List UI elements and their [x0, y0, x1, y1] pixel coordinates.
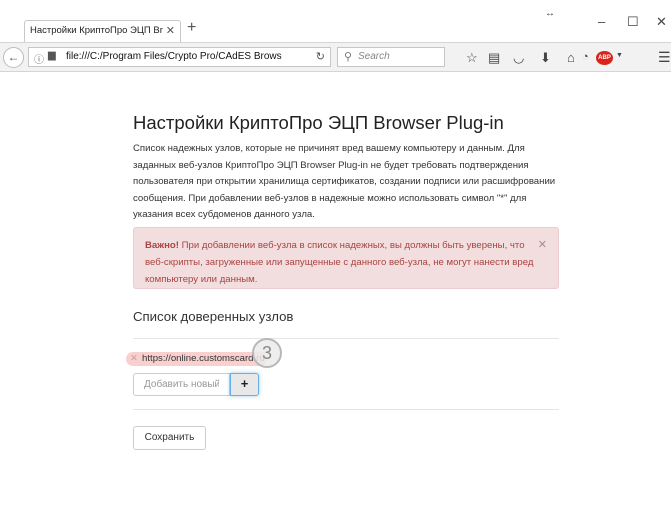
step-number-badge: 3 — [252, 338, 282, 368]
url-text[interactable]: file:///C:/Program Files/Crypto Pro/CAdE… — [66, 51, 306, 62]
maximize-icon[interactable]: ☐ — [627, 14, 639, 30]
star-icon[interactable]: ☆ — [466, 50, 478, 66]
browser-tab[interactable]: Настройки КриптоПро ЭЦП Br ✕ — [24, 20, 181, 42]
settings-page: Настройки КриптоПро ЭЦП Browser Plug-in … — [126, 112, 559, 450]
reading-list-icon[interactable]: ▤ — [488, 50, 500, 66]
download-icon[interactable]: ⬇ — [540, 50, 551, 66]
page-title: Настройки КриптоПро ЭЦП Browser Plug-in — [133, 112, 504, 133]
divider — [133, 409, 559, 410]
page-icon: ▆ — [48, 50, 56, 61]
search-placeholder: Search — [358, 51, 390, 62]
tab-title: Настройки КриптоПро ЭЦП Br — [30, 25, 163, 36]
info-icon[interactable]: ⓘ — [34, 51, 44, 66]
tab-close-icon[interactable]: ✕ — [166, 24, 175, 37]
pocket-icon[interactable]: ◡ — [513, 50, 524, 66]
divider — [133, 338, 559, 339]
window-titlebar: Настройки КриптоПро ЭЦП Br ✕ + ↔ – ☐ ✕ — [0, 0, 671, 42]
new-tab-icon[interactable]: + — [187, 19, 196, 37]
remove-host-icon[interactable]: ✕ — [130, 353, 138, 364]
warning-alert: Важно! При добавлении веб-узла в список … — [133, 227, 559, 289]
navigation-bar: ← ⓘ ▆ file:///C:/Program Files/Crypto Pr… — [0, 42, 671, 72]
menu-icon[interactable]: ☰ — [658, 49, 671, 66]
search-icon: ⚲ — [344, 51, 353, 63]
alert-text: При добавлении веб-узла в список надежны… — [145, 240, 534, 285]
add-host-button[interactable]: + — [230, 373, 259, 396]
home-icon[interactable]: ⌂ — [567, 50, 575, 65]
url-bar[interactable]: ⓘ ▆ file:///C:/Program Files/Crypto Pro/… — [28, 47, 331, 67]
search-box[interactable]: ⚲ Search — [337, 47, 445, 67]
adblock-icon[interactable]: ABP — [596, 51, 613, 65]
reload-icon[interactable]: ↻ — [316, 50, 325, 63]
trusted-host-item: ✕ https://online.customscard.ru — [126, 352, 267, 366]
add-host-input[interactable] — [133, 373, 230, 396]
minimize-icon[interactable]: – — [598, 14, 605, 29]
trusted-hosts-header: Список доверенных узлов — [133, 309, 294, 324]
adblock-dropdown-icon[interactable]: ▼ — [616, 52, 623, 59]
save-button[interactable]: Сохранить — [133, 426, 206, 450]
alert-strong: Важно! — [145, 240, 179, 251]
alert-close-icon[interactable]: ✕ — [538, 237, 547, 254]
intro-text: Список надежных узлов, которые не причин… — [133, 143, 556, 220]
back-arrow-icon[interactable]: ← — [3, 47, 24, 68]
close-window-icon[interactable]: ✕ — [656, 14, 667, 30]
shield-icon[interactable]: ◔ — [582, 51, 589, 63]
resize-icon[interactable]: ↔ — [545, 8, 555, 19]
trusted-host-url: https://online.customscard.ru — [142, 353, 265, 364]
